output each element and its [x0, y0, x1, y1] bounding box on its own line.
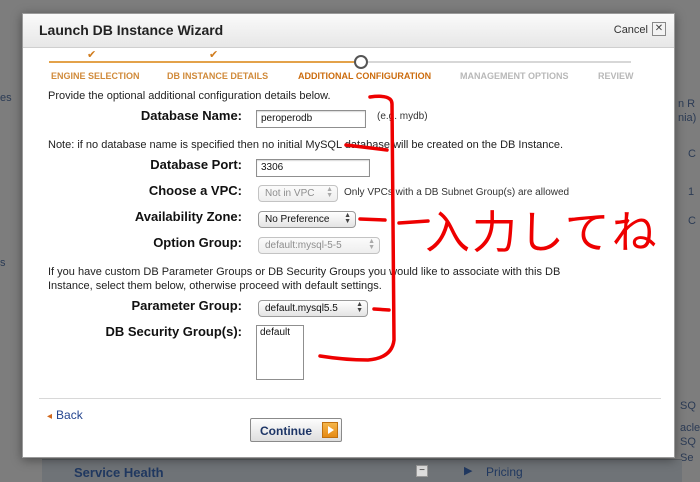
- parameter-group-label: Parameter Group:: [131, 298, 242, 313]
- select-arrows-icon: ▲ ▼: [356, 301, 363, 314]
- database-name-hint: (e.g. mydb): [377, 111, 428, 122]
- cancel-link[interactable]: Cancel: [614, 24, 648, 36]
- database-name-note: Note: if no database name is specified t…: [48, 139, 564, 151]
- triangle-right-icon: ▶: [464, 465, 473, 477]
- back-link[interactable]: ◂ Back: [47, 408, 83, 422]
- background-text: s: [0, 257, 6, 269]
- step-engine-selection: ENGINE SELECTION: [51, 71, 140, 81]
- vpc-select[interactable]: Not in VPC ▲ ▼: [258, 185, 338, 202]
- background-text: Se: [680, 452, 694, 464]
- arrow-right-icon: [322, 422, 338, 438]
- background-text: nia): [678, 112, 697, 124]
- annotation-text: 入力してね: [425, 206, 659, 259]
- parameter-intro-line-1: If you have custom DB Parameter Groups o…: [48, 266, 561, 278]
- option-group-value: default:mysql-5-5: [265, 240, 342, 251]
- step-review: REVIEW: [598, 71, 634, 81]
- background-text: acle: [680, 422, 700, 434]
- database-name-label: Database Name:: [140, 108, 242, 123]
- security-group-listbox[interactable]: default: [256, 325, 304, 380]
- step-db-instance-details: DB INSTANCE DETAILS: [167, 71, 269, 81]
- pricing-link: Pricing: [486, 465, 523, 479]
- database-name-input[interactable]: peroperodb: [256, 110, 366, 128]
- database-port-label: Database Port:: [150, 157, 242, 172]
- background-text: C: [688, 148, 696, 160]
- back-label: Back: [56, 408, 83, 422]
- availability-zone-select[interactable]: No Preference ▲ ▼: [258, 211, 356, 228]
- select-arrows-icon: ▲ ▼: [326, 186, 333, 199]
- dialog-title: Launch DB Instance Wizard: [39, 22, 224, 38]
- parameter-group-value: default.mysql5.5: [265, 303, 338, 314]
- vpc-select-value: Not in VPC: [265, 188, 315, 199]
- availability-zone-label: Availability Zone:: [134, 209, 242, 224]
- select-arrows-icon: ▲ ▼: [368, 238, 375, 251]
- background-text: es: [0, 92, 12, 104]
- continue-button[interactable]: Continue: [250, 418, 342, 442]
- step-additional-configuration: ADDITIONAL CONFIGURATION: [298, 71, 432, 81]
- background-footer: Service Health − ▶ Pricing: [42, 459, 682, 482]
- background-text: SQ: [680, 436, 696, 448]
- check-icon: ✔: [209, 49, 219, 61]
- background-text: 1: [688, 186, 695, 198]
- dialog-header: Launch DB Instance Wizard Cancel ✕: [23, 14, 674, 48]
- collapse-icon: −: [416, 465, 428, 477]
- vpc-label: Choose a VPC:: [148, 183, 242, 198]
- close-icon[interactable]: ✕: [652, 22, 666, 36]
- continue-label: Continue: [260, 424, 312, 438]
- step-management-options: MANAGEMENT OPTIONS: [460, 71, 569, 81]
- select-arrows-icon: ▲ ▼: [344, 212, 351, 225]
- background-text: n R: [678, 98, 696, 110]
- intro-text: Provide the optional additional configur…: [48, 90, 331, 102]
- database-port-input[interactable]: 3306: [256, 159, 370, 177]
- background-text: SQ: [680, 400, 696, 412]
- availability-zone-value: No Preference: [265, 214, 330, 225]
- parameter-intro-line-2: Instance, select them below, otherwise p…: [48, 280, 382, 292]
- option-group-select[interactable]: default:mysql-5-5 ▲ ▼: [258, 237, 380, 254]
- footer-divider: [39, 398, 661, 399]
- security-group-label: DB Security Group(s):: [105, 324, 242, 339]
- arrow-left-icon: ◂: [47, 411, 53, 422]
- security-group-option[interactable]: default: [257, 326, 303, 339]
- parameter-group-select[interactable]: default.mysql5.5 ▲ ▼: [258, 300, 368, 317]
- service-health-title: Service Health: [74, 465, 164, 480]
- option-group-label: Option Group:: [153, 235, 242, 250]
- check-icon: ✔: [87, 49, 97, 61]
- background-text: C: [688, 215, 696, 227]
- steps-progress: [49, 61, 361, 63]
- current-step-marker: [354, 55, 368, 69]
